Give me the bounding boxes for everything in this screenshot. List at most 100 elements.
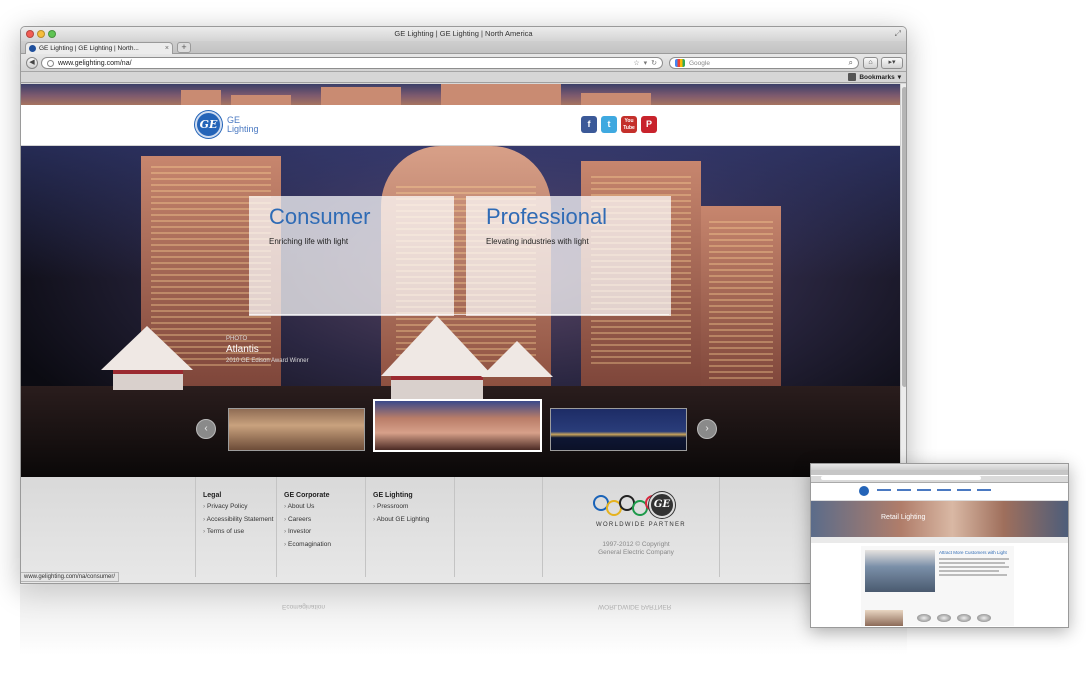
reload-icon[interactable]: ↻ [651, 59, 657, 67]
address-bar[interactable]: www.gelighting.com/na/ ☆ ▾ ↻ [41, 57, 663, 69]
bookmarks-icon [848, 73, 857, 81]
search-field[interactable]: Google ⌕ [669, 57, 859, 69]
tab-bar: GE Lighting | GE Lighting | North... × + [21, 41, 906, 54]
hero-top-strip [21, 84, 900, 105]
footer-link-pressroom[interactable]: Pressroom [373, 503, 454, 510]
dropdown-arrow-icon[interactable]: ▾ [644, 59, 648, 67]
footer-column-legal: Legal Privacy Policy Accessibility State… [195, 477, 276, 577]
window-title: GE Lighting | GE Lighting | North Americ… [394, 29, 533, 38]
mini-display-image [865, 610, 903, 626]
web-page: GE GE Lighting f t You Tube P Consumer E… [21, 84, 900, 583]
mini-content: Attract More Customers with Light [861, 546, 1014, 626]
consumer-title: Consumer [269, 204, 371, 229]
footer-link-careers[interactable]: Careers [284, 516, 365, 523]
mini-product-image [957, 614, 971, 622]
mini-tabbar [811, 470, 1068, 475]
footer-column-empty [454, 477, 542, 577]
hero-divider [249, 314, 669, 315]
social-links: f t You Tube P [581, 116, 657, 133]
youtube-icon[interactable]: You Tube [621, 116, 637, 133]
chevron-down-icon: ▾ [897, 74, 901, 81]
footer-link-about-ge-lighting[interactable]: About GE Lighting [373, 516, 454, 523]
footer-link-ecomagination[interactable]: Ecomagination [284, 541, 365, 548]
google-engine-icon [675, 59, 685, 67]
brand-name[interactable]: GE Lighting [227, 116, 259, 134]
footer-heading: Legal [203, 492, 222, 499]
site-globe-icon [47, 59, 54, 67]
footer-heading: GE Lighting [373, 492, 413, 499]
facebook-icon[interactable]: f [581, 116, 597, 133]
window-titlebar: GE Lighting | GE Lighting | North Americ… [21, 27, 906, 41]
footer-link-investor[interactable]: Investor [284, 528, 365, 535]
footer-heading: GE Corporate [284, 492, 330, 499]
tent-left [101, 326, 193, 370]
new-tab-button[interactable]: + [177, 42, 191, 53]
copyright-line-1: 1997-2012 © Copyright [602, 541, 670, 548]
consumer-card[interactable]: Consumer Enriching life with light [249, 196, 454, 316]
reflection-text: WORLDWIDE PARTNER [598, 603, 672, 610]
photo-label: PHOTO [226, 336, 248, 342]
browser-tab-active[interactable]: GE Lighting | GE Lighting | North... × [25, 42, 173, 54]
navigation-toolbar: ◀ www.gelighting.com/na/ ☆ ▾ ↻ Google ⌕ … [21, 54, 906, 72]
footer-link-terms[interactable]: Terms of use [203, 528, 276, 535]
professional-card[interactable]: Professional Elevating industries with l… [466, 196, 671, 316]
photo-name: Atlantis [226, 344, 259, 355]
ge-favicon-icon [29, 45, 36, 52]
mini-navbar [811, 476, 1068, 483]
pinterest-icon[interactable]: P [641, 116, 657, 133]
reflection-text: Ecomagination [282, 603, 325, 610]
brand-line-lighting: Lighting [227, 124, 259, 134]
back-button[interactable]: ◀ [26, 57, 38, 69]
search-icon[interactable]: ⌕ [849, 58, 853, 68]
search-placeholder: Google [689, 59, 710, 67]
scrollbar-thumb[interactable] [902, 87, 906, 387]
extensions-menu-button[interactable]: ▸▾ [881, 57, 903, 69]
mini-site-header [811, 483, 1068, 501]
carousel-thumb-3[interactable] [550, 408, 687, 451]
tent-center [381, 316, 493, 376]
mini-product-image [977, 614, 991, 622]
copyright-line-2: General Electric Company [598, 549, 674, 556]
carousel-prev-button[interactable]: ‹ [196, 419, 216, 439]
mini-store-image [865, 550, 935, 592]
professional-subtitle: Elevating industries with light [486, 237, 589, 246]
professional-title: Professional [486, 204, 608, 229]
secondary-browser-window: Retail Lighting Attract More Customers w… [810, 463, 1069, 628]
mini-product-image [917, 614, 931, 622]
carousel-next-button[interactable]: › [697, 419, 717, 439]
footer-link-about-us[interactable]: About Us [284, 503, 365, 510]
site-header: GE GE Lighting f t You Tube P [21, 105, 900, 146]
hero-banner: Consumer Enriching life with light Profe… [21, 146, 900, 477]
mini-hero-text: Retail Lighting [881, 514, 926, 521]
tab-close-icon[interactable]: × [165, 45, 169, 52]
bookmarks-toolbar: Bookmarks ▾ [21, 72, 906, 83]
bookmark-star-icon[interactable]: ☆ [633, 59, 639, 67]
tab-title: GE Lighting | GE Lighting | North... [39, 45, 139, 52]
home-button[interactable]: ⌂ [863, 57, 878, 69]
consumer-subtitle: Enriching life with light [269, 237, 349, 246]
footer-column-corporate: GE Corporate About Us Careers Investor E… [276, 477, 365, 577]
status-bar-url: www.gelighting.com/na/consumer/ [21, 572, 120, 582]
ge-footer-logo: GE [649, 492, 675, 518]
mini-hero: Retail Lighting [811, 501, 1068, 537]
site-footer: Legal Privacy Policy Accessibility State… [21, 477, 900, 583]
screenshot-stage: GE Lighting | GE Lighting | North Americ… [0, 0, 1086, 674]
window-reflection: Ecomagination WORLDWIDE PARTNER [20, 585, 907, 655]
twitter-icon[interactable]: t [601, 116, 617, 133]
ge-logo[interactable]: GE [195, 111, 222, 138]
mini-nav-menu [877, 489, 991, 491]
fullscreen-icon[interactable]: ⤢ [895, 29, 901, 39]
browser-window: GE Lighting | GE Lighting | North Americ… [20, 26, 907, 584]
bookmarks-label: Bookmarks [859, 73, 895, 81]
address-url: www.gelighting.com/na/ [58, 59, 132, 67]
footer-link-accessibility[interactable]: Accessibility Statement [203, 516, 276, 523]
worldwide-partner-label: WORLDWIDE PARTNER [596, 522, 686, 528]
footer-link-privacy[interactable]: Privacy Policy [203, 503, 276, 510]
footer-column-lighting: GE Lighting Pressroom About GE Lighting [365, 477, 454, 577]
mini-headline: Attract More Customers with Light [939, 550, 1007, 555]
carousel-thumb-1[interactable] [228, 408, 365, 451]
bookmarks-menu[interactable]: Bookmarks ▾ [848, 73, 901, 81]
carousel-thumb-2-active[interactable] [373, 399, 542, 452]
mini-subnav [811, 537, 1068, 543]
mini-product-image [937, 614, 951, 622]
